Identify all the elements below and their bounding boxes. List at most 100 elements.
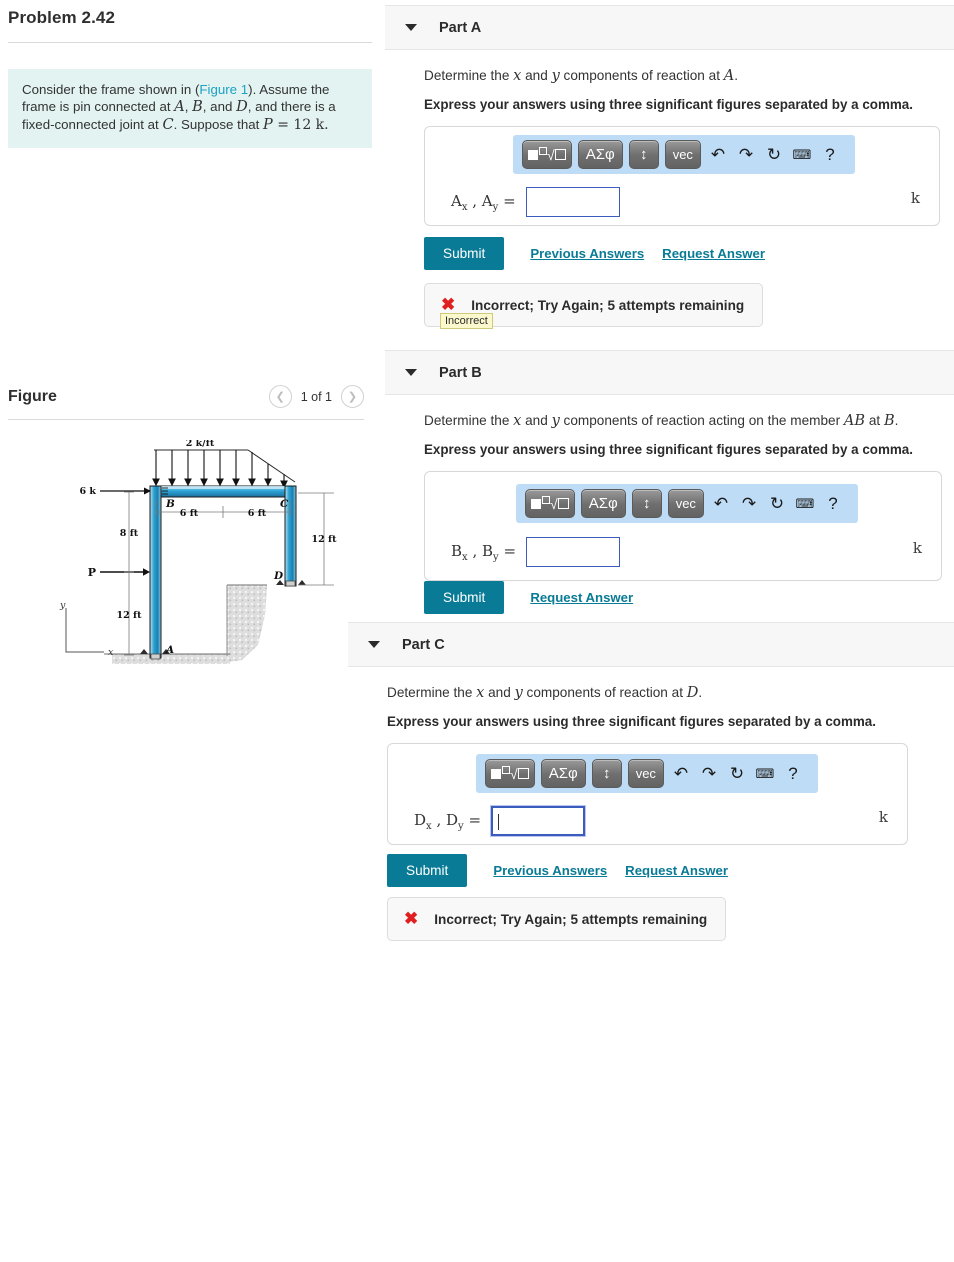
vector-button[interactable]: vec (664, 140, 701, 169)
q-suffix2: at (865, 413, 884, 428)
part-a-answer-input[interactable] (525, 187, 620, 217)
part-c-math-toolbar: √ ΑΣφ ↕ vec ↶ ↷ ↻ ⌨ ? (476, 754, 818, 793)
updown-arrow-button[interactable]: ↕ (631, 489, 662, 518)
part-a-header[interactable]: Part A (385, 5, 954, 50)
help-button[interactable]: ? (782, 764, 804, 784)
statement-text-6: . Suppose that (173, 117, 264, 132)
part-c-previous-answers-link[interactable]: Previous Answers (493, 863, 607, 878)
help-button[interactable]: ? (819, 145, 841, 165)
chevron-right-icon[interactable]: ❯ (341, 385, 364, 408)
q-target: D (686, 685, 699, 701)
reset-icon[interactable]: ↻ (766, 494, 788, 514)
reset-icon[interactable]: ↻ (726, 764, 748, 784)
lbl-main1: D (414, 810, 427, 829)
lbl-main2: B (481, 541, 494, 560)
undo-icon[interactable]: ↶ (710, 494, 732, 514)
figure-divider (8, 419, 364, 420)
lbl-sub1: x (462, 551, 468, 563)
figure-heading: Figure (8, 387, 57, 405)
math-template-icon[interactable]: √ (522, 140, 572, 169)
part-c-header[interactable]: Part C (348, 622, 954, 667)
label-point-C: C (280, 498, 289, 510)
statement-text-1: Consider the frame shown in ( (22, 82, 200, 97)
label-axis-y: y (59, 600, 66, 611)
chevron-left-icon[interactable]: ❮ (268, 385, 292, 408)
part-b-answer-card: √ ΑΣφ ↕ vec ↶ ↷ ↻ ⌨ ? Bx , By = k (424, 471, 942, 581)
part-a-request-answer-link[interactable]: Request Answer (662, 246, 765, 261)
statement-var-d: D (236, 99, 248, 115)
greek-symbols-button[interactable]: ΑΣφ (540, 759, 586, 788)
q-period: . (734, 68, 739, 83)
lbl-main2: A (481, 191, 493, 210)
part-b-label: Part B (439, 364, 482, 381)
part-a-submit-button[interactable]: Submit (424, 237, 505, 270)
text-cursor (498, 814, 500, 830)
part-b-request-answer-link[interactable]: Request Answer (530, 590, 633, 605)
label-6ft-a: 6 ft (180, 508, 199, 519)
part-b-block: Part B Determine the x and y components … (385, 350, 954, 614)
caret-down-icon[interactable] (405, 369, 417, 376)
q-suffix: components of reaction at (559, 68, 724, 83)
vector-button[interactable]: vec (667, 489, 704, 518)
keyboard-icon[interactable]: ⌨ (754, 766, 776, 782)
part-a-previous-answers-link[interactable]: Previous Answers (530, 246, 644, 261)
lbl-main2: D (445, 810, 459, 829)
label-6k: 6 k (80, 486, 97, 497)
part-a-question: Determine the x and y components of reac… (424, 68, 954, 84)
statement-var-b: B (192, 99, 203, 115)
lbl-main1: B (451, 541, 463, 560)
lbl-sub1: x (461, 201, 468, 213)
undo-icon[interactable]: ↶ (707, 145, 729, 165)
part-c-answer-label: Dx , Dy = (414, 810, 482, 832)
undo-icon[interactable]: ↶ (670, 764, 692, 784)
lbl-sub2: y (492, 201, 499, 213)
statement-var-c: C (162, 117, 174, 133)
redo-icon[interactable]: ↷ (698, 764, 720, 784)
math-template-icon[interactable]: √ (485, 759, 535, 788)
updown-arrow-button[interactable]: ↕ (591, 759, 622, 788)
statement-var-p: P (263, 117, 273, 133)
part-c-request-answer-link[interactable]: Request Answer (625, 863, 728, 878)
redo-icon[interactable]: ↷ (738, 494, 760, 514)
part-b-answer-input[interactable] (526, 537, 621, 567)
help-button[interactable]: ? (822, 494, 844, 514)
caret-down-icon[interactable] (368, 641, 380, 648)
part-a-answer-label: Ax , Ay = (451, 191, 516, 213)
lbl-sub2: y (493, 551, 499, 563)
part-b-header[interactable]: Part B (385, 350, 954, 395)
math-template-icon[interactable]: √ (525, 489, 575, 518)
redo-icon[interactable]: ↷ (735, 145, 757, 165)
greek-symbols-button[interactable]: ΑΣφ (580, 489, 626, 518)
figure-navigation: ❮ 1 of 1 ❯ (268, 385, 364, 408)
page-title: Problem 2.42 (8, 8, 116, 27)
part-a-feedback-text: Incorrect; Try Again; 5 attempts remaini… (471, 297, 745, 313)
part-c-label: Part C (402, 636, 445, 653)
part-b-submit-button[interactable]: Submit (424, 581, 505, 614)
keyboard-icon[interactable]: ⌨ (794, 496, 816, 512)
part-a-answer-card: √ ΑΣφ ↕ vec ↶ ↷ ↻ ⌨ ? Ax , Ay = k (424, 126, 940, 226)
vector-button[interactable]: vec (627, 759, 664, 788)
updown-arrow-button[interactable]: ↕ (628, 140, 659, 169)
part-a-label: Part A (439, 19, 482, 36)
statement-text-4: , and (202, 99, 237, 114)
greek-symbols-button[interactable]: ΑΣφ (577, 140, 623, 169)
lbl-sub2: y (458, 820, 464, 832)
caret-down-icon[interactable] (405, 24, 417, 31)
part-c-feedback: ✖ Incorrect; Try Again; 5 attempts remai… (387, 897, 726, 941)
q-mid: and (484, 685, 515, 700)
x-mark-icon: ✖ (441, 295, 456, 314)
part-c-button-row: Submit Previous Answers Request Answer (387, 854, 728, 887)
figure-counter: 1 of 1 (300, 389, 332, 404)
figure-header: Figure ❮ 1 of 1 ❯ (0, 385, 380, 408)
q-var-y: y (514, 685, 523, 701)
keyboard-icon[interactable]: ⌨ (791, 147, 813, 163)
figure-link[interactable]: Figure 1 (199, 82, 248, 97)
part-b-math-toolbar: √ ΑΣφ ↕ vec ↶ ↷ ↻ ⌨ ? (516, 484, 858, 523)
reset-icon[interactable]: ↻ (763, 145, 785, 165)
label-point-D: D (273, 570, 284, 582)
title-divider (8, 42, 372, 43)
left-column: Problem 2.42 Consider the frame shown in… (0, 0, 380, 664)
part-c-answer-input[interactable] (491, 806, 586, 836)
label-dist-load: 2 k/ft (186, 440, 215, 449)
part-c-submit-button[interactable]: Submit (387, 854, 468, 887)
